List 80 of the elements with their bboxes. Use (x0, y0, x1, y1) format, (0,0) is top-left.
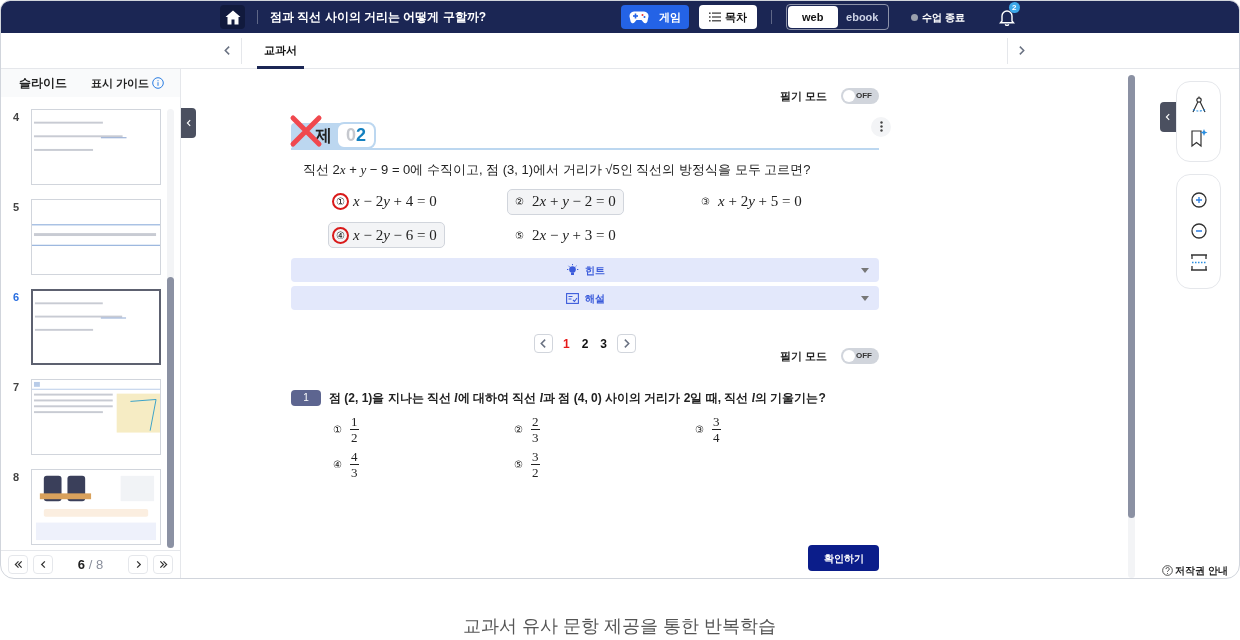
answer-choice[interactable]: ① x − 2y + 4 = 0 (328, 188, 445, 215)
question-page-link[interactable]: 2 (579, 334, 591, 353)
slide-number: 5 (13, 200, 21, 215)
confirm-button[interactable]: 확인하기 (808, 545, 879, 571)
choice-marker: ⑤ (514, 457, 523, 472)
caret-down-icon (861, 268, 869, 273)
problem-number: 1 (291, 389, 321, 406)
slide-number: 6 (13, 290, 21, 305)
notification-badge: 2 (1008, 2, 1020, 13)
handwriting-toggle[interactable]: OFF (841, 88, 879, 105)
chevron-left-icon (38, 560, 48, 569)
help-icon (1162, 565, 1173, 576)
answer-choice[interactable]: ② 2x + y − 2 = 0 (507, 188, 624, 215)
lightbulb-icon (565, 264, 579, 276)
hint-panel[interactable]: 힌트 (291, 258, 879, 282)
previous-question-button[interactable] (533, 334, 553, 353)
bell-icon[interactable] (998, 8, 1015, 26)
handwriting-toggle[interactable]: OFF (841, 348, 879, 365)
gamepad-icon (629, 10, 649, 24)
answer-choice[interactable]: ④ x − 2y − 6 = 0 (328, 222, 445, 248)
tab[interactable]: 교과서 (257, 32, 304, 69)
chevron-left-icon (1164, 113, 1172, 121)
kebab-menu-icon (879, 121, 883, 132)
slide-number: 7 (13, 380, 21, 395)
game-button[interactable]: 게임 (621, 5, 689, 29)
example-number: 02 (336, 122, 377, 149)
table-of-contents-button[interactable]: 목차 (699, 5, 757, 29)
zoom-out-icon[interactable] (1190, 223, 1207, 239)
next-page-button[interactable] (128, 555, 148, 574)
last-page-button[interactable] (153, 555, 173, 574)
choice-marker: ④ (333, 457, 342, 472)
end-class-button[interactable]: 수업 종료 (911, 9, 965, 25)
fraction: 1 2 (350, 413, 359, 445)
next-question-button[interactable] (617, 334, 637, 353)
answer-choice[interactable]: ⑤ 2x − y + 3 = 0 (507, 222, 624, 248)
caption: 교과서 유사 문항 제공을 통한 반복학습 (462, 615, 778, 638)
fraction: 2 3 (531, 413, 540, 445)
caret-down-icon (861, 296, 869, 301)
fit-height-icon[interactable] (1189, 254, 1208, 271)
document-check-icon (565, 292, 579, 304)
home-button[interactable] (220, 5, 245, 29)
fraction: 3 2 (531, 448, 540, 480)
toggle-label: 필기 모드 (779, 349, 827, 364)
collapse-sidebar-button[interactable] (181, 108, 196, 138)
slide-thumbnail[interactable] (31, 289, 161, 365)
problem-text: 점 (2, 1)을 지나는 직선 l에 대하여 직선 l과 점 (4, 0) 사이의 거리가 2일 때, 직선 l의 기울기는? (329, 389, 826, 407)
double-chevron-right-icon (158, 560, 168, 569)
double-chevron-left-icon (13, 560, 23, 569)
home-icon (224, 9, 241, 25)
display-guide-button[interactable]: 표시 가이드 (90, 74, 164, 92)
choice-marker: ② (514, 422, 523, 437)
info-icon (152, 77, 164, 89)
question-text: 직선 2x + y − 9 = 0에 수직이고, 점 (3, 1)에서 거리가 √5인 직선의 방정식을 모두 고르면? (302, 160, 812, 179)
page-indicator: 6 / 8 (76, 555, 105, 574)
collapse-tools-button[interactable] (1160, 102, 1176, 132)
previous-page-button[interactable] (33, 555, 53, 574)
view-mode-tab[interactable]: web (788, 6, 838, 28)
slide-number: 4 (13, 110, 21, 125)
list-icon (709, 12, 721, 22)
question-page-link[interactable]: 3 (598, 334, 610, 353)
view-mode-tab[interactable]: ebook (837, 6, 887, 28)
answer-choice[interactable]: ③ x + 2y + 5 = 0 (693, 188, 810, 215)
zoom-in-icon[interactable] (1190, 192, 1207, 208)
toggle-label: 필기 모드 (779, 89, 827, 104)
bookmark-sparkle-icon[interactable] (1188, 127, 1209, 148)
fraction: 3 4 (712, 413, 721, 445)
chevron-left-icon (184, 119, 193, 127)
choice-marker: ③ (695, 422, 704, 437)
dot-icon (911, 13, 918, 21)
fraction: 4 3 (350, 448, 359, 480)
choice-marker: ① (333, 422, 342, 437)
first-page-button[interactable] (8, 555, 28, 574)
question-page-link[interactable]: 1 (560, 334, 572, 353)
copyright-link[interactable]: 저작권 안내 (1162, 563, 1239, 578)
slide-number: 8 (13, 470, 21, 485)
explanation-panel[interactable]: 해설 (291, 286, 879, 310)
lesson-title: 점과 직선 사이의 거리는 어떻게 구할까? (270, 9, 487, 26)
more-options-button[interactable] (871, 116, 891, 137)
sidebar-title: 슬라이드 (19, 75, 67, 92)
scrollbar[interactable] (167, 277, 174, 548)
